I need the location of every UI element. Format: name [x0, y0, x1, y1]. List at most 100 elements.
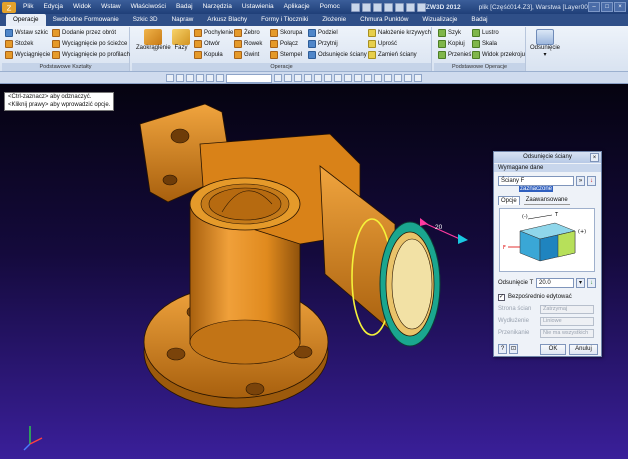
menu-badaj[interactable]: Badaj — [171, 0, 198, 14]
groove-button[interactable]: Rowek — [234, 40, 262, 48]
required-header[interactable]: Wymagane dane — [494, 164, 601, 172]
tab-zlozenie[interactable]: Złożenie — [315, 14, 353, 26]
wrap-curves-button[interactable]: Nałożenie krzywych — [368, 29, 431, 37]
split-button[interactable]: Podziel — [308, 29, 338, 37]
draft-button[interactable]: Pochylenie — [194, 29, 233, 37]
tab-wizualizacje[interactable]: Wizualizacje — [415, 14, 464, 26]
tab-options[interactable]: Opcje — [498, 196, 520, 205]
rotate-icon[interactable] — [196, 74, 204, 82]
scale-button[interactable]: Skala — [472, 40, 497, 48]
cone-button[interactable]: Stożek — [5, 40, 33, 48]
tab-formy-tloczniki[interactable]: Formy i Tłoczniki — [254, 14, 315, 26]
faces-options-icon[interactable]: » — [576, 176, 585, 186]
menu-widok[interactable]: Widok — [68, 0, 96, 14]
print-icon[interactable] — [383, 2, 393, 12]
hole-button[interactable]: Otwór — [194, 40, 220, 48]
offset-apply-icon[interactable]: ↓ — [587, 278, 596, 288]
layer-icon[interactable] — [216, 74, 224, 82]
close-icon[interactable]: × — [614, 2, 626, 12]
menu-narzedzia[interactable]: Narzędzia — [198, 0, 237, 14]
new-file-icon[interactable] — [350, 2, 360, 12]
view-top-icon[interactable] — [334, 74, 342, 82]
menu-aplikacje[interactable]: Aplikacje — [279, 0, 315, 14]
select-icon[interactable] — [274, 74, 282, 82]
dome-button[interactable]: Kopuła — [194, 51, 223, 59]
chamfer-button[interactable]: Fazy — [172, 29, 190, 51]
menu-wlasciwosci[interactable]: Właściwości — [126, 0, 171, 14]
filter-combo[interactable] — [226, 73, 272, 83]
side-faces-dropdown[interactable]: Zatrzymaj — [540, 305, 594, 314]
insert-sketch-button[interactable]: Wstaw szkic — [5, 29, 48, 37]
dialog-title-bar[interactable]: Odsunięcie ściany × — [494, 152, 601, 163]
extrude-button[interactable]: Wyciągnięcie — [5, 51, 50, 59]
menu-pomoc[interactable]: Pomoc — [315, 0, 345, 14]
offset-spinner-icon[interactable]: ▾ — [576, 278, 585, 288]
loft-button[interactable]: Wyciągnięcie po profilach — [52, 51, 130, 59]
sweep-button[interactable]: Wyciągnięcie po ścieżce — [52, 40, 127, 48]
minimize-icon[interactable]: – — [588, 2, 600, 12]
maximize-icon[interactable]: □ — [601, 2, 613, 12]
ok-button[interactable]: OK — [540, 344, 566, 355]
zoom-icon[interactable] — [176, 74, 184, 82]
preview-icon[interactable]: ⊡ — [509, 344, 518, 354]
mirror-button[interactable]: Lustro — [472, 29, 499, 37]
pattern-button[interactable]: Szyk — [438, 29, 461, 37]
menu-ustawienia[interactable]: Ustawienia — [237, 0, 279, 14]
section-view-button[interactable]: Widok przekroju — [472, 51, 525, 59]
extension-dropdown[interactable]: Liniowe — [540, 317, 594, 326]
direct-edit-checkbox[interactable]: ✓ — [498, 294, 505, 301]
view-home-icon[interactable] — [166, 74, 174, 82]
tab-swobodne-formowanie[interactable]: Swobodne Formowanie — [46, 14, 126, 26]
tab-chmura-punktow[interactable]: Chmura Punktów — [353, 14, 415, 26]
menu-plik[interactable]: Plik — [18, 0, 38, 14]
intersection-dropdown[interactable]: Nie ma wszystkich — [540, 329, 594, 338]
snap-icon[interactable] — [394, 74, 402, 82]
thread-button[interactable]: Gwint — [234, 51, 259, 59]
open-file-icon[interactable] — [361, 2, 371, 12]
grid-icon[interactable] — [384, 74, 392, 82]
combine-button[interactable]: Połącz — [270, 40, 298, 48]
shaded-icon[interactable] — [294, 74, 302, 82]
revolve-button[interactable]: Dodanie przez obrót — [52, 29, 116, 37]
stamp-button[interactable]: Stempel — [270, 51, 302, 59]
help-icon[interactable]: ? — [498, 344, 507, 354]
view-right-icon[interactable] — [344, 74, 352, 82]
tab-arkusz-blachy[interactable]: Arkusz Blachy — [200, 14, 254, 26]
tab-advanced[interactable]: Zaawansowane — [523, 196, 570, 205]
hidden-line-icon[interactable] — [304, 74, 312, 82]
settings-icon[interactable] — [414, 74, 422, 82]
close-icon[interactable]: × — [590, 153, 599, 162]
menu-wstaw[interactable]: Wstaw — [96, 0, 126, 14]
cancel-button[interactable]: Anuluj — [569, 344, 598, 355]
render-icon[interactable] — [374, 74, 382, 82]
fillet-button[interactable]: Zaokrąglenie — [136, 29, 171, 51]
undo-icon[interactable] — [394, 2, 404, 12]
app-logo-icon[interactable]: Z — [2, 1, 16, 13]
trim-button[interactable]: Przytnij — [308, 40, 338, 48]
replace-faces-button[interactable]: Zamień ściany — [368, 51, 417, 59]
measure-icon[interactable] — [354, 74, 362, 82]
simplify-button[interactable]: Uprość — [368, 40, 397, 48]
menu-edycja[interactable]: Edycja — [38, 0, 68, 14]
pan-icon[interactable] — [186, 74, 194, 82]
move-button[interactable]: Przenieś — [438, 51, 471, 59]
faces-field[interactable]: Ściany F zaznaczone — [498, 176, 574, 192]
redo-icon[interactable] — [405, 2, 415, 12]
tab-operacje[interactable]: Operacje — [6, 14, 46, 26]
copy-button[interactable]: Kopiuj — [438, 40, 465, 48]
save-icon[interactable] — [372, 2, 382, 12]
regen-icon[interactable] — [416, 2, 426, 12]
tab-badaj[interactable]: Badaj — [464, 14, 494, 26]
section-icon[interactable] — [404, 74, 412, 82]
view-iso-icon[interactable] — [314, 74, 322, 82]
color-icon[interactable] — [364, 74, 372, 82]
offset-face-button[interactable]: Odsunięcie ściany — [308, 51, 367, 59]
wireframe-icon[interactable] — [284, 74, 292, 82]
offset-value-field[interactable]: 20.0 — [536, 278, 574, 288]
tab-napraw[interactable]: Napraw — [165, 14, 201, 26]
offset-dimension-label[interactable]: 20 — [435, 224, 442, 231]
faces-reverse-icon[interactable]: ↓ — [587, 176, 596, 186]
fit-icon[interactable] — [206, 74, 214, 82]
tab-szkic-3d[interactable]: Szkic 3D — [126, 14, 165, 26]
rib-button[interactable]: Żebro — [234, 29, 260, 37]
